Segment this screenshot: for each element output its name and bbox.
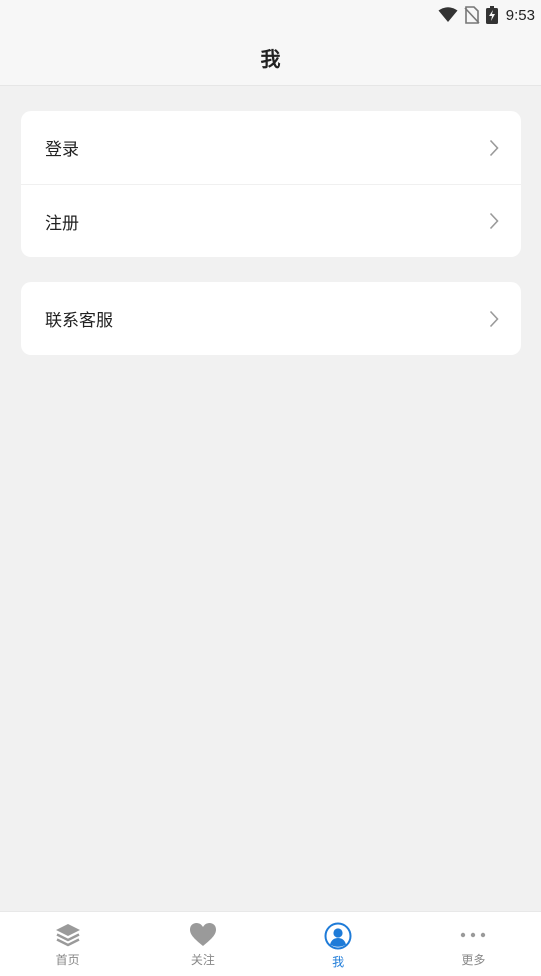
tab-me[interactable]: 我 (271, 912, 406, 976)
register-label: 注册 (45, 213, 79, 234)
user-icon (324, 922, 352, 950)
chevron-right-icon (489, 139, 499, 156)
tab-home[interactable]: 首页 (0, 912, 135, 976)
wifi-icon (438, 7, 458, 22)
contact-support-row[interactable]: 联系客服 (21, 282, 521, 355)
more-icon (461, 932, 486, 938)
account-card: 登录 注册 (21, 111, 521, 257)
status-time: 9:53 (505, 6, 535, 24)
login-label: 登录 (45, 140, 79, 160)
layers-icon (55, 924, 80, 947)
register-row[interactable]: 注册 (21, 184, 521, 257)
tab-follow-label: 关注 (190, 953, 215, 967)
status-bar: 9:53 (0, 0, 541, 30)
tab-me-label: 我 (332, 955, 345, 969)
login-row[interactable]: 登录 (21, 111, 521, 184)
contact-support-label: 联系客服 (45, 311, 113, 331)
heart-icon (189, 923, 216, 946)
chevron-right-icon (489, 310, 499, 327)
tab-more-label: 更多 (461, 953, 486, 967)
page-header: 我 (0, 30, 541, 86)
support-card: 联系客服 (21, 282, 521, 355)
battery-charging-icon (485, 6, 498, 24)
tab-follow[interactable]: 关注 (135, 912, 270, 976)
page-title: 我 (260, 47, 281, 71)
no-sim-icon (464, 6, 480, 24)
tab-home-label: 首页 (55, 953, 80, 967)
tab-more[interactable]: 更多 (406, 912, 541, 976)
chevron-right-icon (489, 212, 499, 230)
bottom-tab-bar: 首页 关注 我 更多 (0, 911, 541, 976)
